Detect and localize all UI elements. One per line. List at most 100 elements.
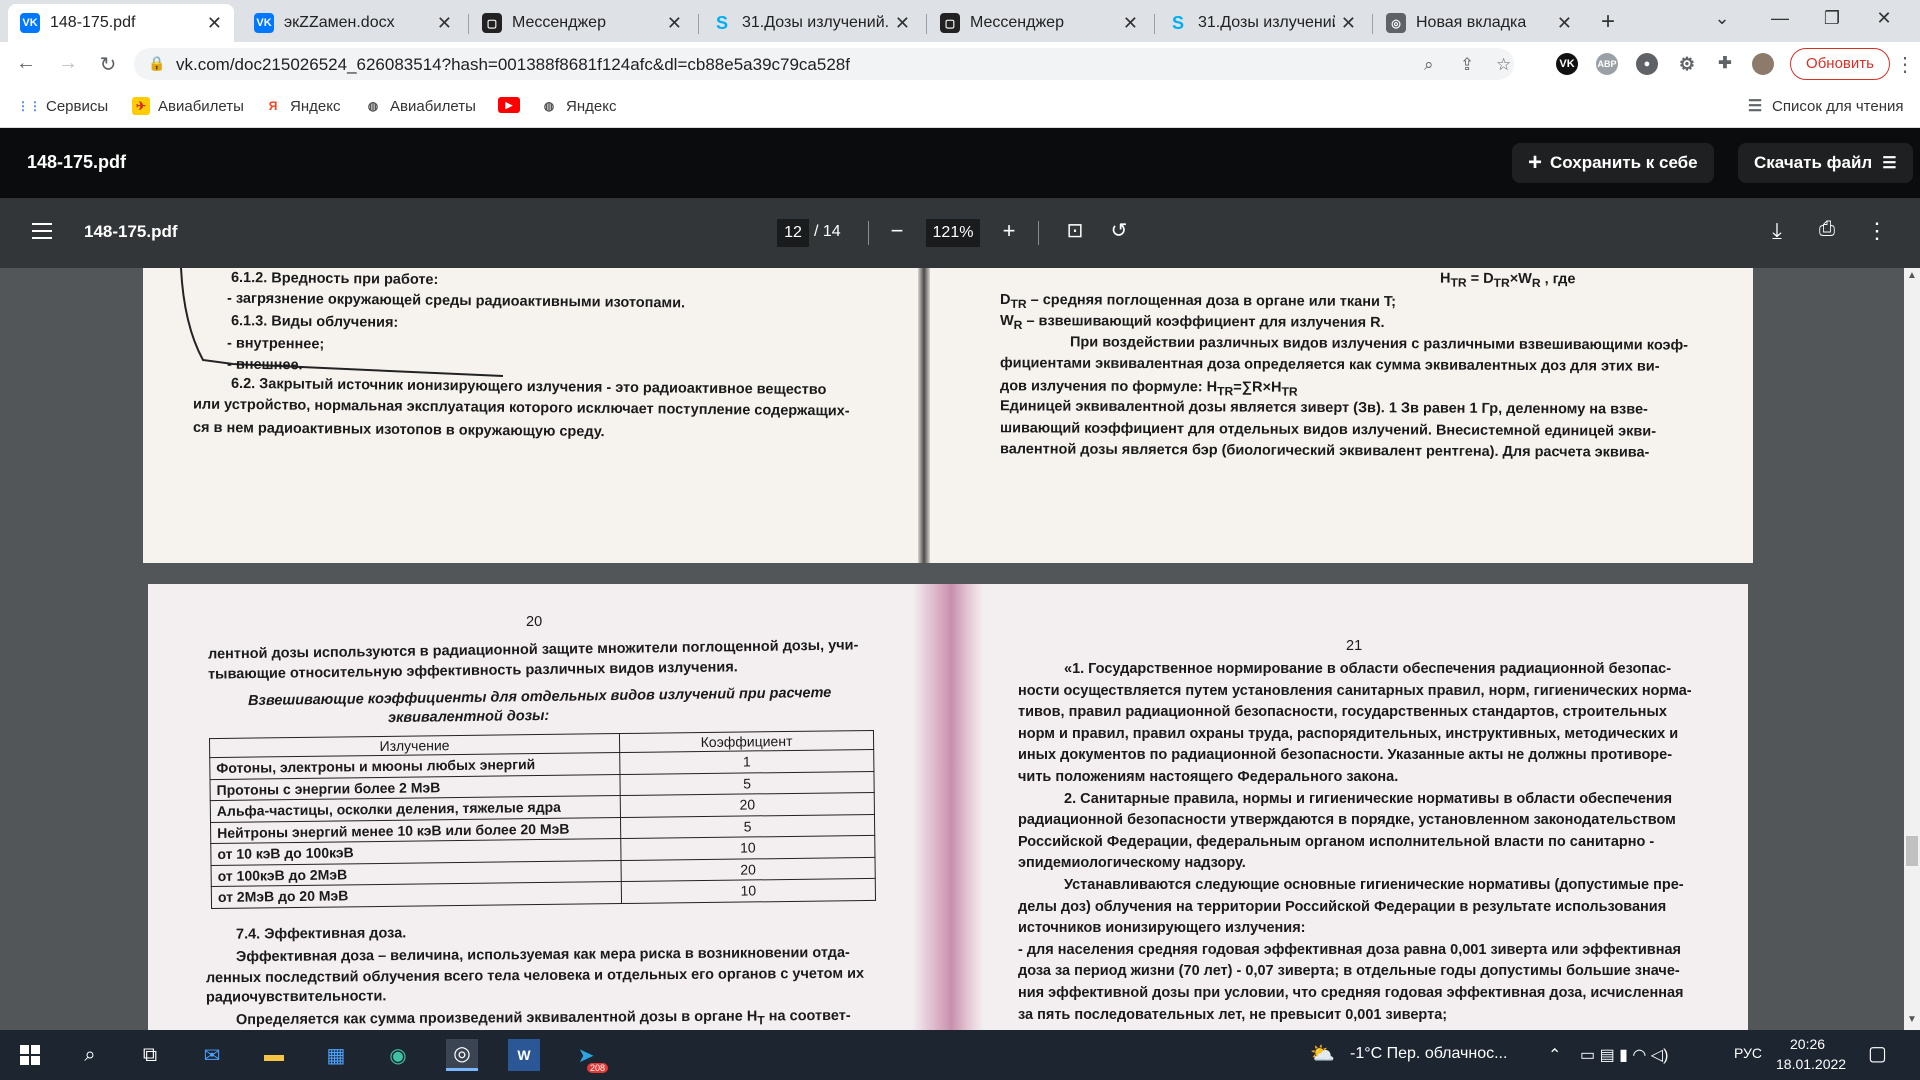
clock-time[interactable]: 20:26	[1790, 1036, 1825, 1052]
pdf-viewer[interactable]: 6.1.2. Вредность при работе: - загрязнени…	[0, 268, 1904, 1030]
fit-page-icon[interactable]: ⊡	[1060, 218, 1090, 243]
file-explorer-icon[interactable]: ▬	[258, 1039, 290, 1071]
bookmark-3[interactable]: Я Яндекс	[264, 97, 341, 115]
more-icon[interactable]: ⋮	[1862, 218, 1892, 244]
share-icon[interactable]: ⇪	[1460, 55, 1474, 75]
scrollbar[interactable]: ▲ ▼	[1904, 268, 1920, 1030]
right-page-line: норм и правил, правил охраны труда, расп…	[1018, 725, 1679, 742]
tab-3[interactable]: ▢ Мессенджер ✕	[470, 4, 694, 42]
reload-icon[interactable]: ↻	[96, 52, 120, 77]
close-tab-icon[interactable]: ✕	[1123, 13, 1138, 34]
clock-date[interactable]: 18.01.2022	[1776, 1056, 1846, 1072]
apps-grid-icon: ⋮⋮	[17, 99, 41, 113]
restore-icon[interactable]: ❐	[1812, 8, 1852, 29]
notifications-icon[interactable]: ▢	[1868, 1041, 1887, 1066]
edge-icon[interactable]: ◉	[382, 1039, 414, 1071]
menu-dots-icon[interactable]: ⋮	[1893, 52, 1917, 77]
windows-start-icon[interactable]	[14, 1039, 46, 1071]
right-page-line: доза за период жизни (70 лет) - 0,07 зив…	[1018, 963, 1680, 980]
messenger-icon: ▢	[482, 13, 502, 33]
menu-icon[interactable]	[32, 223, 52, 239]
task-view-icon[interactable]: ⧉	[134, 1039, 166, 1071]
messenger-icon: ▢	[940, 13, 960, 33]
tab-4[interactable]: S 31.Дозы излучений. ✕	[700, 4, 922, 42]
page-number-left: 20	[526, 614, 543, 630]
coefficient-cell: 10	[621, 878, 876, 904]
language-indicator[interactable]: РУС	[1734, 1045, 1762, 1061]
page-total: / 14	[814, 223, 841, 240]
right-page-line: ния эффективной дозы при условии, что ср…	[1018, 985, 1684, 1001]
zoom-in-icon[interactable]: +	[994, 218, 1024, 244]
right-page-line: HTR = DTR×WR , где	[1439, 270, 1576, 291]
tab-5[interactable]: ▢ Мессенджер ✕	[928, 4, 1150, 42]
download-icon[interactable]: ⤓	[1762, 218, 1792, 244]
left-page-line: ся в нем радиоактивных изотопов в окружа…	[192, 419, 605, 440]
right-page-line: Устанавливаются следующие основные гигие…	[1064, 877, 1684, 893]
update-button[interactable]: Обновить	[1790, 48, 1890, 80]
address-bar[interactable]: 🔒 vk.com/doc215026524_626083514?hash=001…	[134, 48, 1514, 80]
minimize-icon[interactable]: ⌄	[1702, 8, 1742, 29]
save-to-profile-button[interactable]: + Сохранить к себе	[1512, 143, 1714, 183]
tab-title: Мессенджер	[512, 14, 606, 31]
tab-title: экZZамен.docx	[284, 14, 395, 31]
bookmark-4[interactable]: ◍ Авиабилеты	[364, 97, 476, 115]
bookmark-1[interactable]: ⋮⋮ Сервисы	[17, 97, 108, 115]
vk-extension-icon[interactable]: VK	[1556, 53, 1578, 75]
close-tab-icon[interactable]: ✕	[895, 13, 910, 34]
gear-icon[interactable]: ⚙	[1676, 53, 1698, 75]
puzzle-icon[interactable]: ✚	[1714, 53, 1736, 75]
close-tab-icon[interactable]: ✕	[437, 13, 452, 34]
left-page-line: Эффективная доза – величина, используема…	[235, 944, 850, 966]
vk-icon: VK	[20, 13, 40, 33]
tab-2[interactable]: VK экZZамен.docx ✕	[242, 4, 464, 42]
telegram-icon[interactable]: ➤ 208	[570, 1039, 608, 1073]
globe-icon: ◍	[367, 99, 379, 113]
close-tab-icon[interactable]: ✕	[207, 13, 222, 34]
store-icon[interactable]: ▦	[320, 1039, 352, 1071]
rotate-icon[interactable]: ↺	[1104, 218, 1134, 243]
weather-text[interactable]: -1°C Пер. облачнос...	[1350, 1045, 1507, 1063]
bookmark-label: Авиабилеты	[390, 97, 476, 115]
avatar[interactable]	[1752, 53, 1774, 75]
adblock-icon[interactable]: ABP	[1596, 53, 1618, 75]
zoom-input[interactable]: 121%	[926, 219, 980, 247]
download-file-button[interactable]: Скачать файл ☰	[1738, 143, 1913, 183]
star-icon[interactable]: ☆	[1496, 55, 1511, 75]
tab-7[interactable]: ◎ Новая вкладка ✕	[1374, 4, 1584, 42]
tab-title: 31.Дозы излучений.	[1198, 14, 1335, 31]
bookmark-6[interactable]: ◍ Яндекс	[540, 97, 617, 115]
forward-icon[interactable]: →	[56, 52, 80, 75]
print-icon[interactable]: ⎙	[1812, 218, 1842, 241]
minimize-window-icon[interactable]: —	[1760, 8, 1800, 29]
close-tab-icon[interactable]: ✕	[667, 13, 682, 34]
mail-icon[interactable]: ✉	[196, 1039, 228, 1071]
word-icon[interactable]: W	[508, 1039, 540, 1071]
left-page-line: - внешнее.	[226, 356, 303, 374]
mouse-extension-icon[interactable]: ●	[1636, 53, 1658, 75]
tray-chevron-icon[interactable]: ⌃	[1548, 1045, 1561, 1065]
page-number-input[interactable]: 12	[777, 219, 809, 247]
tab-1[interactable]: VK 148-175.pdf ✕	[8, 4, 234, 42]
bookmark-2[interactable]: ✈ Авиабилеты	[132, 97, 244, 115]
new-tab-button[interactable]: +	[1594, 9, 1622, 37]
close-tab-icon[interactable]: ✕	[1341, 13, 1356, 34]
chrome-taskbar-icon[interactable]: ◎	[446, 1039, 478, 1071]
zoom-icon[interactable]: ⌕	[1424, 55, 1434, 75]
right-page-line: дов излучения по формуле: HTR=∑R×HTR	[999, 377, 1298, 399]
close-tab-icon[interactable]: ✕	[1557, 13, 1572, 34]
tray-icons[interactable]: ▭ ▤ ▮ ◠ ◁)	[1580, 1045, 1668, 1065]
tab-6[interactable]: S 31.Дозы излучений. ✕	[1156, 4, 1368, 42]
left-page-line: 6.1.3. Виды облучения:	[230, 313, 399, 331]
search-icon[interactable]: ⌕	[74, 1039, 106, 1071]
bookmarks-bar: ☰ Список для чтения ⋮⋮ Сервисы ✈ Авиабилеты…	[0, 86, 1920, 128]
url-text[interactable]: vk.com/doc215026524_626083514?hash=00138…	[176, 55, 850, 75]
back-icon[interactable]: ←	[14, 52, 38, 75]
close-window-icon[interactable]: ✕	[1864, 8, 1904, 29]
zoom-out-icon[interactable]: −	[882, 218, 912, 244]
reading-list-button[interactable]: ☰ Список для чтения	[1746, 97, 1904, 116]
left-page-line: лентной дозы используются в радиационной…	[207, 637, 859, 663]
vk-doc-header: 148-175.pdf + Сохранить к себе Скачать ф…	[0, 128, 1920, 198]
bookmark-5[interactable]: ▶	[498, 97, 528, 113]
right-page-line: тивов, правил радиационной безопасности,…	[1018, 704, 1667, 721]
right-page-line: 2. Санитарные правила, нормы и гигиениче…	[1064, 790, 1673, 807]
